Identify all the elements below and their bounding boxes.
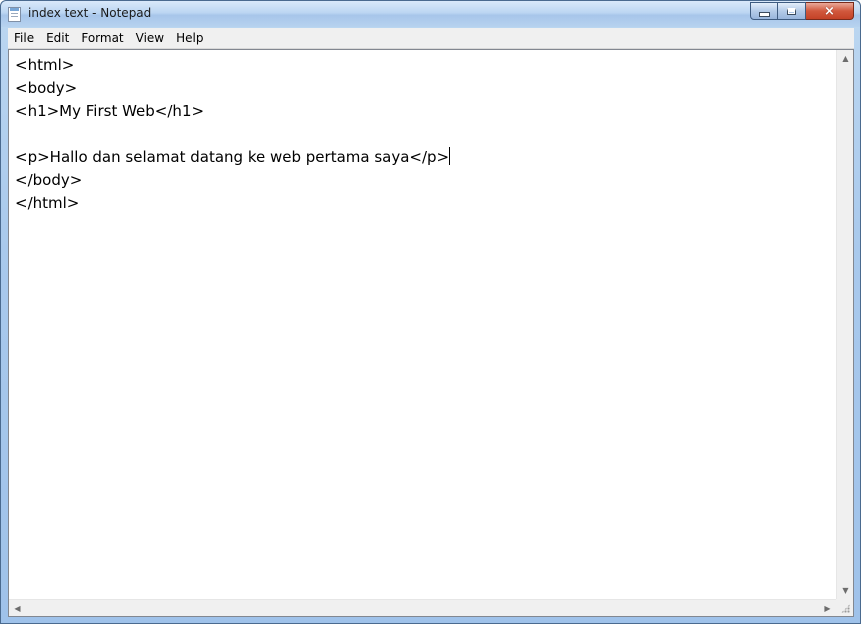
text-line	[15, 123, 835, 146]
menu-format[interactable]: Format	[75, 28, 129, 48]
maximize-button[interactable]	[778, 2, 806, 20]
vertical-scrollbar[interactable]: ▲ ▼	[836, 50, 853, 599]
text-line-content: <p>Hallo dan selamat datang ke web perta…	[15, 148, 450, 166]
menu-help[interactable]: Help	[170, 28, 209, 48]
text-line: </body>	[15, 171, 83, 189]
text-line-with-caret: <p>Hallo dan selamat datang ke web perta…	[15, 146, 835, 169]
text-line: <h1>My First Web</h1>	[15, 102, 205, 120]
resize-grip-icon[interactable]	[836, 599, 853, 616]
text-caret	[449, 147, 451, 165]
scroll-right-icon[interactable]: ▶	[819, 600, 836, 617]
text-line: </html>	[15, 194, 80, 212]
horizontal-scrollbar[interactable]: ◀ ▶	[9, 599, 836, 616]
scroll-left-icon[interactable]: ◀	[9, 600, 26, 617]
text-area[interactable]: <html> <body> <h1>My First Web</h1> <p>H…	[9, 50, 835, 598]
menu-view[interactable]: View	[130, 28, 170, 48]
close-icon: ×	[824, 3, 835, 19]
text-line: <body>	[15, 79, 78, 97]
notepad-window: index text - Notepad × File Edit Format …	[0, 0, 861, 624]
minimize-icon	[758, 11, 770, 17]
text-line: <html>	[15, 56, 75, 74]
title-bar[interactable]: index text - Notepad ×	[1, 1, 860, 27]
scroll-down-icon[interactable]: ▼	[837, 582, 854, 599]
menu-edit[interactable]: Edit	[40, 28, 75, 48]
maximize-icon	[787, 7, 796, 15]
editor-area[interactable]: <html> <body> <h1>My First Web</h1> <p>H…	[8, 49, 854, 617]
scroll-up-icon[interactable]: ▲	[837, 50, 854, 67]
menu-bar: File Edit Format View Help	[8, 28, 854, 49]
menu-file[interactable]: File	[8, 28, 40, 48]
notepad-icon[interactable]	[8, 7, 21, 22]
window-title: index text - Notepad	[28, 6, 152, 20]
minimize-button[interactable]	[750, 2, 778, 20]
close-button[interactable]: ×	[806, 2, 854, 20]
